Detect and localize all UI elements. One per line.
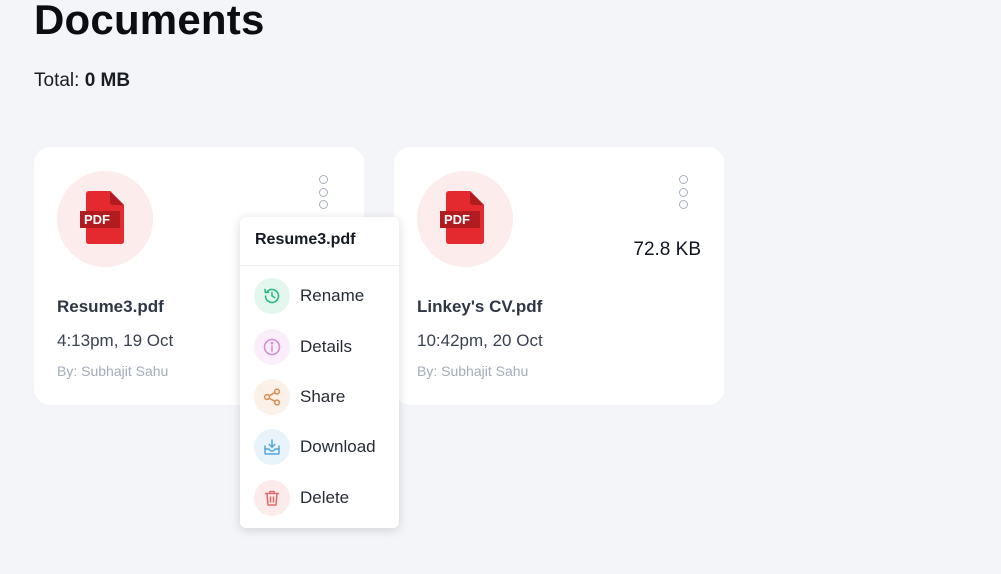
page-title: Documents bbox=[34, 0, 265, 43]
pdf-file-icon: PDF bbox=[80, 191, 124, 244]
file-date: 4:13pm, 19 Oct bbox=[57, 331, 174, 350]
more-options-button[interactable] bbox=[677, 175, 689, 209]
download-icon bbox=[254, 429, 290, 465]
file-name[interactable]: Linkey's CV.pdf bbox=[417, 297, 542, 317]
menu-item-download[interactable]: Download bbox=[254, 428, 394, 466]
total-storage: Total: 0 MB bbox=[34, 70, 130, 92]
total-value: 0 MB bbox=[84, 70, 131, 91]
file-name[interactable]: Resume3.pdf bbox=[57, 297, 164, 317]
rename-history-icon bbox=[254, 278, 290, 314]
file-context-menu: Resume3.pdf Rename Details Share Downloa… bbox=[240, 217, 399, 528]
svg-text:PDF: PDF bbox=[84, 212, 110, 227]
file-thumbnail: PDF bbox=[417, 171, 513, 267]
svg-text:PDF: PDF bbox=[444, 212, 470, 227]
menu-title: Resume3.pdf bbox=[240, 217, 399, 266]
file-author: By: Subhajit Sahu bbox=[57, 363, 169, 379]
more-options-button[interactable] bbox=[317, 175, 329, 209]
kebab-dot bbox=[678, 200, 688, 209]
kebab-dot bbox=[318, 200, 328, 209]
file-size: 72.8 KB bbox=[633, 239, 701, 260]
file-date: 10:42pm, 20 Oct bbox=[417, 331, 543, 350]
menu-item-share[interactable]: Share bbox=[254, 378, 394, 416]
menu-item-label: Rename bbox=[300, 286, 365, 305]
info-icon bbox=[254, 329, 290, 365]
pdf-file-icon: PDF bbox=[440, 191, 484, 244]
menu-item-label: Share bbox=[300, 387, 346, 406]
file-author: By: Subhajit Sahu bbox=[417, 363, 529, 379]
kebab-dot bbox=[318, 187, 328, 197]
menu-item-label: Details bbox=[300, 337, 352, 356]
kebab-dot bbox=[318, 175, 328, 184]
trash-icon bbox=[254, 480, 290, 516]
total-label: Total: bbox=[34, 70, 80, 91]
menu-item-rename[interactable]: Rename bbox=[254, 277, 394, 315]
menu-item-details[interactable]: Details bbox=[254, 328, 394, 366]
kebab-dot bbox=[678, 187, 688, 197]
file-thumbnail: PDF bbox=[57, 171, 153, 267]
menu-item-label: Delete bbox=[300, 488, 350, 507]
kebab-dot bbox=[678, 175, 688, 184]
menu-item-delete[interactable]: Delete bbox=[254, 479, 394, 517]
share-icon bbox=[254, 379, 290, 415]
menu-item-label: Download bbox=[300, 437, 376, 456]
file-card[interactable]: PDF 72.8 KB Linkey's CV.pdf 10:42pm, 20 … bbox=[394, 147, 724, 405]
